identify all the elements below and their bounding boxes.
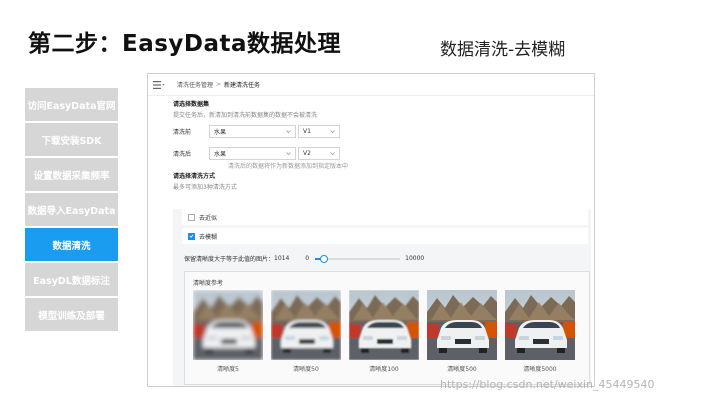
slide-subtitle: 数据清洗-去模糊 xyxy=(440,40,566,60)
threshold-label: 保留清晰度大于等于此值的图片： xyxy=(184,256,275,263)
car-photo-icon xyxy=(349,290,419,360)
thumbnail-caption: 清晰度100 xyxy=(369,366,399,373)
after-note: 清洗后的数据将作为新数据添加到指定版本中 xyxy=(228,163,349,170)
dedup-checkbox[interactable] xyxy=(188,213,195,221)
threshold-min: 0 xyxy=(305,255,310,262)
step-train-deploy[interactable]: 模型训练及部署 xyxy=(25,298,118,331)
slider-handle[interactable] xyxy=(319,254,328,263)
after-dataset-value: 水果 xyxy=(214,150,227,158)
option-deblur[interactable]: 去模糊 xyxy=(182,228,588,244)
step-collect-frequency[interactable]: 设置数据采集频率 xyxy=(25,158,118,191)
breadcrumb-task-management[interactable]: 清洗任务管理 xyxy=(177,80,213,89)
threshold-row: 保留清晰度大于等于此值的图片： 1014 0 10000 xyxy=(184,254,424,263)
top-bar: 清洗任务管理 > 新建清洗任务 xyxy=(148,74,594,96)
step-visit-site[interactable]: 访问EasyData官网 xyxy=(25,88,118,121)
dedup-label: 去近似 xyxy=(199,214,218,222)
threshold-slider[interactable] xyxy=(315,254,401,263)
step-data-cleaning[interactable]: 数据清洗 xyxy=(25,228,118,261)
method-hint: 最多可添加3种清洗方式 xyxy=(173,184,237,191)
section-method-heading: 请选择清洗方式 xyxy=(173,173,216,180)
deblur-checkbox[interactable] xyxy=(188,232,195,240)
menu-icon[interactable] xyxy=(153,80,165,89)
chevron-down-icon xyxy=(286,129,291,134)
thumbnail-caption: 清晰度5000 xyxy=(523,366,557,373)
before-dataset-select[interactable]: 水果 xyxy=(209,124,296,138)
threshold-max: 10000 xyxy=(405,255,425,262)
reference-thumbnails: 清晰度5 清晰度50 清晰度100 清晰度500 清晰度5000 xyxy=(193,290,583,373)
before-label: 清洗前 xyxy=(173,128,192,136)
breadcrumb-separator: > xyxy=(216,81,222,88)
before-dataset-value: 水果 xyxy=(214,128,227,136)
section-dataset-heading: 请选择数据集 xyxy=(173,101,210,108)
after-version-select[interactable]: V2 xyxy=(298,146,340,160)
threshold-value: 1014 xyxy=(274,255,290,262)
app-screenshot: 清洗任务管理 > 新建清洗任务 请选择数据集 提交任务后，新清加到清洗前数据集的… xyxy=(147,73,595,387)
thumbnail-caption: 清晰度500 xyxy=(447,366,477,373)
step-import-data[interactable]: 数据导入EasyData xyxy=(25,193,118,226)
reference-title: 清晰度参考 xyxy=(193,280,224,287)
before-row: 清洗前 水果 V1 xyxy=(173,122,594,140)
thumbnail-item: 清晰度100 xyxy=(349,290,419,373)
step-easydl-labeling[interactable]: EasyDL数据标注 xyxy=(25,263,118,296)
breadcrumb-new-task: 新建清洗任务 xyxy=(224,82,261,89)
slide-title: 第二步：EasyData数据处理 xyxy=(28,31,342,57)
before-version-value: V1 xyxy=(303,127,311,135)
watermark: https://blog.csdn.net/weixin_45449540 xyxy=(440,378,655,391)
thumbnail-item: 清晰度50 xyxy=(271,290,341,373)
thumbnail-item: 清晰度500 xyxy=(427,290,497,373)
option-dedup[interactable]: 去近似 xyxy=(182,209,588,225)
car-photo-icon xyxy=(505,290,575,360)
after-label: 清洗后 xyxy=(173,150,192,158)
chevron-down-icon xyxy=(330,151,335,156)
after-row: 清洗后 水果 V2 xyxy=(173,144,594,162)
check-icon xyxy=(189,234,194,238)
steps-nav: 访问EasyData官网 下载安装SDK 设置数据采集频率 数据导入EasyDa… xyxy=(25,88,118,333)
thumbnail-item: 清晰度5 xyxy=(193,290,263,373)
dataset-hint: 提交任务后，新清加到清洗前数据集的数据不会被清洗 xyxy=(173,112,318,119)
thumbnail-caption: 清晰度5 xyxy=(217,366,239,373)
before-version-select[interactable]: V1 xyxy=(298,124,340,138)
form-area: 请选择数据集 提交任务后，新清加到清洗前数据集的数据不会被清洗 清洗前 水果 V… xyxy=(148,96,594,194)
thumbnail-caption: 清晰度50 xyxy=(293,366,319,373)
car-photo-icon xyxy=(271,290,341,360)
chevron-down-icon xyxy=(330,129,335,134)
car-photo-icon xyxy=(193,290,263,360)
deblur-label: 去模糊 xyxy=(199,233,218,241)
thumbnail-item: 清晰度5000 xyxy=(505,290,575,373)
after-dataset-select[interactable]: 水果 xyxy=(209,146,296,160)
car-photo-icon xyxy=(427,290,497,360)
chevron-down-icon xyxy=(286,151,291,156)
after-version-value: V2 xyxy=(303,149,311,157)
step-install-sdk[interactable]: 下载安装SDK xyxy=(25,123,118,156)
